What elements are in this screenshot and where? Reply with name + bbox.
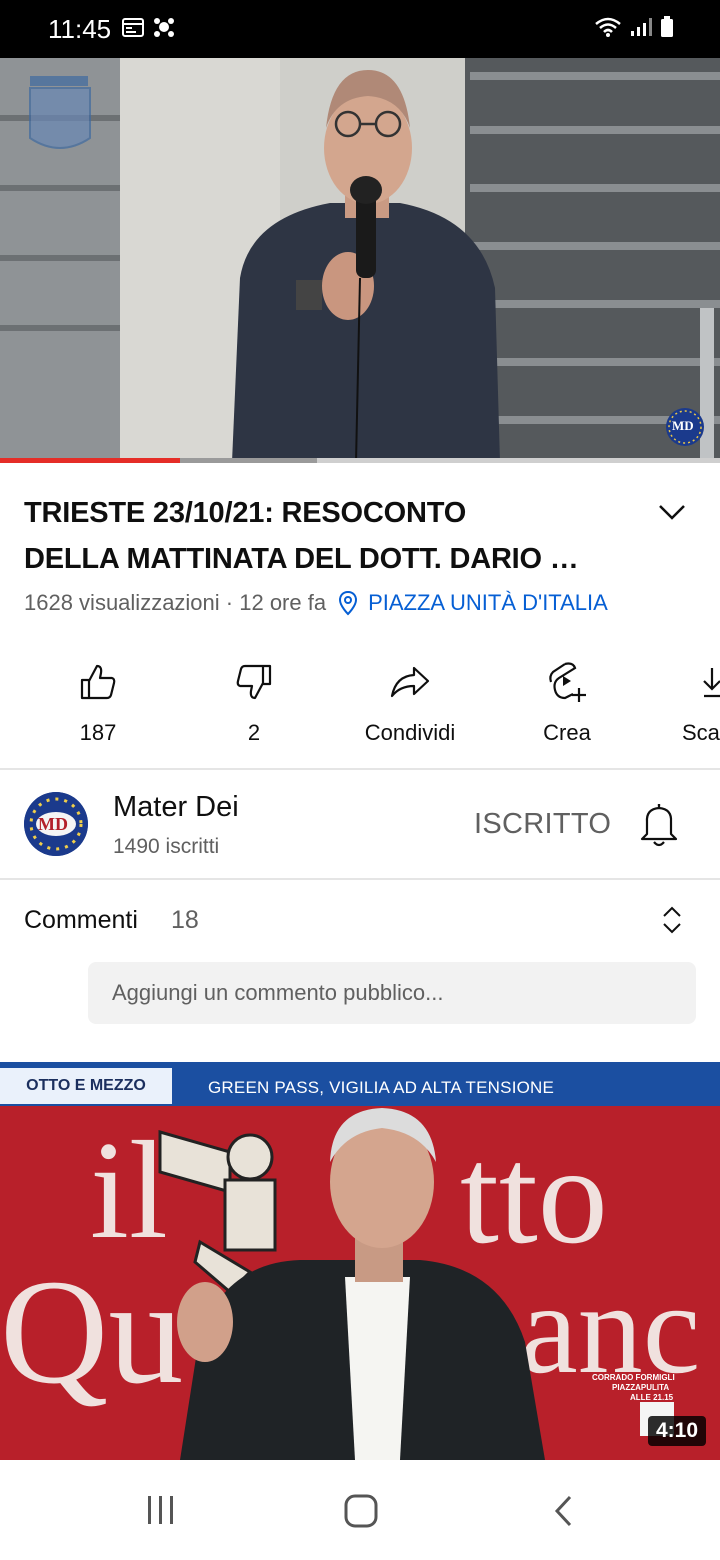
comment-input[interactable]: Aggiungi un commento pubblico... — [88, 962, 696, 1024]
divider — [0, 768, 720, 770]
channel-avatar[interactable]: MD — [24, 792, 88, 856]
svg-text:il: il — [90, 1113, 168, 1268]
home-button[interactable] — [344, 1494, 378, 1533]
video-duration-badge: 4:10 — [647, 1416, 706, 1446]
svg-text:CORRADO FORMIGLI: CORRADO FORMIGLI — [592, 1373, 675, 1382]
system-nav-bar — [0, 1460, 720, 1560]
action-bar: 187 2 Condividi Crea Sca — [0, 650, 720, 760]
like-button[interactable]: 187 — [28, 660, 168, 746]
location-label: PIAZZA UNITÀ D'ITALIA — [368, 590, 608, 615]
video-title-line-1: TRIESTE 23/10/21: RESOCONTO — [24, 497, 467, 529]
wifi-icon — [595, 17, 621, 37]
banner-headline: GREEN PASS, VIGILIA AD ALTA TENSIONE — [208, 1078, 555, 1097]
share-icon — [390, 666, 430, 698]
comment-placeholder: Aggiungi un commento pubblico... — [112, 980, 444, 1005]
svg-text:tto: tto — [460, 1118, 608, 1273]
home-icon — [344, 1494, 378, 1528]
status-notification-icons — [122, 16, 176, 38]
comments-title[interactable]: Commenti — [24, 906, 138, 935]
expand-comments-button[interactable] — [660, 904, 684, 941]
video-meta: 1628 visualizzazioni · 12 ore fa PIAZZA … — [24, 590, 608, 616]
recent-apps-button[interactable] — [145, 1494, 177, 1531]
channel-avatar-text: MD — [38, 814, 68, 834]
svg-text:PIAZZAPULITA: PIAZZAPULITA — [612, 1383, 669, 1392]
channel-watermark: MD — [672, 418, 694, 433]
back-button[interactable] — [552, 1494, 576, 1533]
chevron-down-icon — [659, 505, 685, 520]
svg-text:Qu: Qu — [0, 1249, 183, 1415]
subscriber-count: 1490 iscritti — [113, 835, 220, 858]
status-system-icons — [594, 16, 674, 38]
share-button[interactable]: Condividi — [340, 660, 480, 746]
unfold-icon — [663, 906, 681, 934]
bell-icon — [640, 804, 678, 847]
next-video-thumbnail[interactable]: il tto Qu anc CORRADO FORMIGLI PIAZZAPUL… — [0, 1062, 720, 1460]
video-title-line-2: DELLA MATTINATA DEL DOTT. DARIO … — [24, 543, 579, 575]
divider — [0, 878, 720, 880]
app-notification-icon — [154, 18, 174, 37]
thumbs-up-icon — [80, 664, 116, 700]
notification-bell-button[interactable] — [638, 802, 680, 853]
create-button[interactable]: Crea — [497, 660, 637, 746]
channel-name[interactable]: Mater Dei — [113, 791, 239, 824]
status-time: 11:45 — [48, 14, 112, 44]
video-progress-bar[interactable] — [0, 458, 720, 463]
create-label: Crea — [543, 720, 591, 745]
thumbs-down-icon — [236, 664, 272, 700]
battery-icon — [661, 16, 673, 37]
svg-text:ALLE 21.15: ALLE 21.15 — [630, 1393, 674, 1402]
download-icon — [703, 668, 720, 698]
news-banner: OTTO E MEZZO GREEN PASS, VIGILIA AD ALTA… — [0, 1062, 720, 1106]
show-name: OTTO E MEZZO — [0, 1068, 172, 1104]
subscribed-button[interactable]: ISCRITTO — [474, 808, 611, 841]
share-label: Condividi — [364, 720, 456, 745]
status-bar: 11:45 — [0, 0, 720, 58]
upload-age: 12 ore fa — [239, 590, 327, 615]
create-short-icon — [549, 662, 586, 702]
expand-description-button[interactable] — [652, 496, 692, 526]
location-link[interactable]: PIAZZA UNITÀ D'ITALIA — [338, 590, 608, 616]
dislike-button[interactable]: 2 — [184, 660, 324, 746]
dislike-count: 2 — [247, 720, 261, 745]
recent-apps-icon — [148, 1496, 173, 1524]
progress-played — [0, 458, 180, 463]
calendar-icon — [122, 18, 144, 37]
signal-icon — [631, 18, 652, 36]
download-label: Sca — [682, 720, 720, 745]
download-button[interactable]: Sca — [682, 660, 720, 746]
view-count: 1628 visualizzazioni — [24, 590, 220, 615]
like-count: 187 — [79, 720, 117, 745]
video-frame — [0, 58, 720, 462]
video-title[interactable]: TRIESTE 23/10/21: RESOCONTO DELLA MATTIN… — [24, 490, 644, 582]
video-player[interactable]: MD — [0, 58, 720, 462]
comments-count: 18 — [171, 906, 199, 934]
location-pin-icon — [339, 590, 358, 616]
meta-separator: · — [219, 590, 240, 615]
back-icon — [554, 1495, 572, 1527]
thumbnail-image: il tto Qu anc CORRADO FORMIGLI PIAZZAPUL… — [0, 1062, 720, 1460]
